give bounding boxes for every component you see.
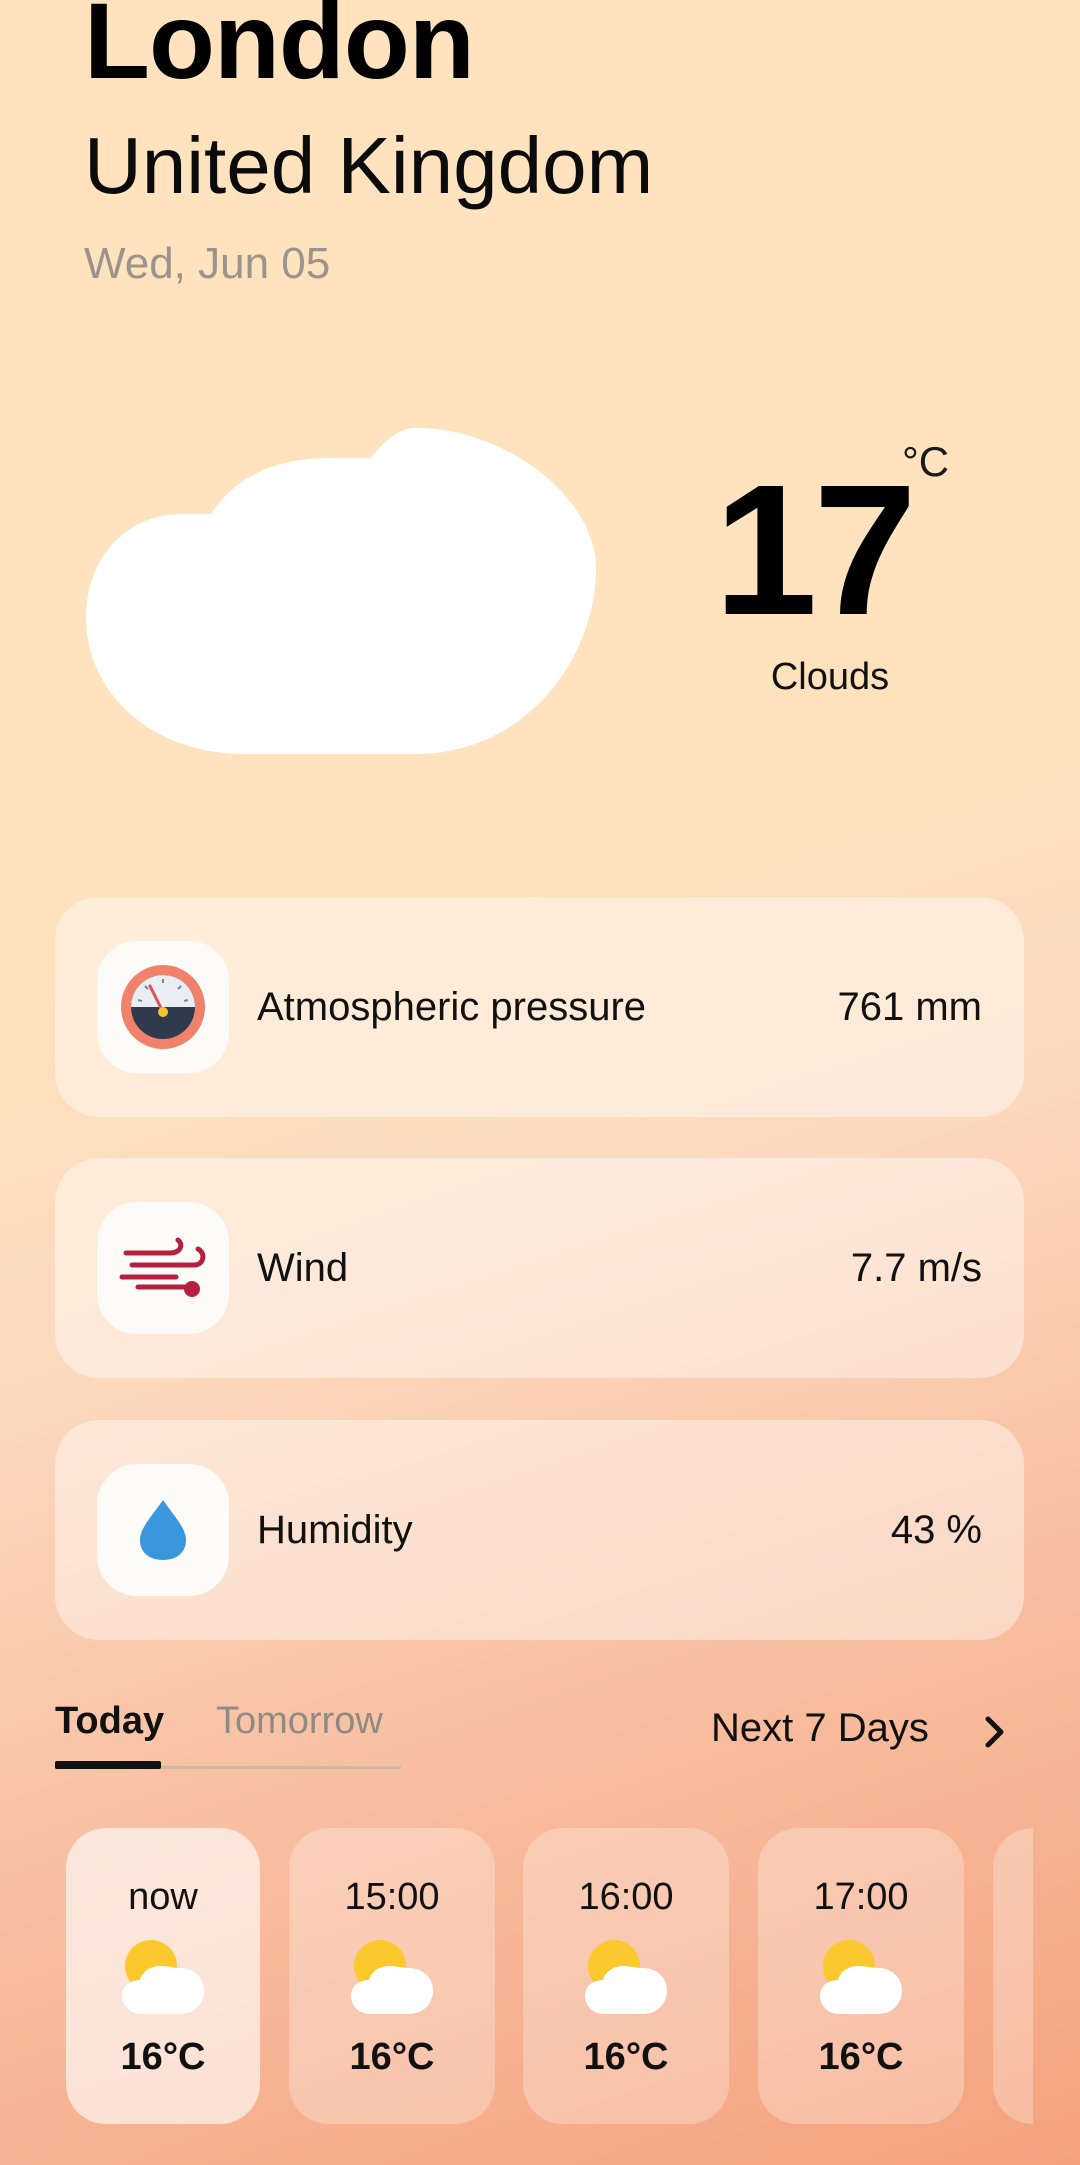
temperature-unit: °C: [902, 438, 950, 485]
next-7-days-link[interactable]: Next 7 Days: [711, 1706, 929, 1751]
partly-cloudy-icon: [820, 1940, 902, 2014]
wind-icon: [97, 1202, 229, 1334]
hourly-card[interactable]: 17:00 16°C: [758, 1828, 964, 2124]
partly-cloudy-icon: [585, 1940, 667, 2014]
wind-card: Wind 7.7 m/s: [55, 1158, 1024, 1378]
chevron-right-icon[interactable]: [975, 1712, 1015, 1752]
detail-value: 43 %: [890, 1507, 982, 1552]
partly-cloudy-icon: [351, 1940, 433, 2014]
detail-value: 761 mm: [837, 984, 983, 1029]
detail-label: Atmospheric pressure: [257, 984, 647, 1029]
hour-temperature: 16°C: [583, 2036, 669, 2078]
hour-temperature: 16°C: [120, 2036, 206, 2078]
hourly-card[interactable]: 16:00 16°C: [523, 1828, 729, 2124]
date-label: Wed, Jun 05: [84, 239, 331, 288]
hourly-card-partial[interactable]: [993, 1828, 1033, 2124]
humidity-card: Humidity 43 %: [55, 1420, 1024, 1640]
droplet-icon: [97, 1464, 229, 1596]
current-temperature: 17: [714, 447, 917, 654]
hour-time: 16:00: [578, 1876, 674, 1918]
weather-condition: Clouds: [770, 656, 890, 698]
hourly-card[interactable]: 15:00 16°C: [289, 1828, 495, 2124]
cloud-icon: [86, 428, 596, 754]
hour-temperature: 16°C: [349, 2036, 435, 2078]
pressure-card: Atmospheric pressure 761 mm: [55, 897, 1024, 1117]
barometer-icon: [97, 941, 229, 1073]
active-tab-indicator: [55, 1761, 161, 1769]
hour-time: 17:00: [813, 1876, 909, 1918]
partly-cloudy-icon: [122, 1940, 204, 2014]
detail-value: 7.7 m/s: [850, 1245, 982, 1290]
detail-label: Humidity: [257, 1507, 413, 1552]
country-name: United Kingdom: [84, 121, 654, 210]
hour-temperature: 16°C: [818, 2036, 904, 2078]
hour-time: now: [128, 1876, 198, 1918]
city-name: London: [84, 0, 475, 101]
tab-tomorrow[interactable]: Tomorrow: [216, 1700, 383, 1743]
hour-time: 15:00: [344, 1876, 440, 1918]
detail-label: Wind: [257, 1245, 349, 1290]
hourly-card-now[interactable]: now 16°C: [66, 1828, 260, 2124]
tab-today[interactable]: Today: [55, 1700, 164, 1743]
